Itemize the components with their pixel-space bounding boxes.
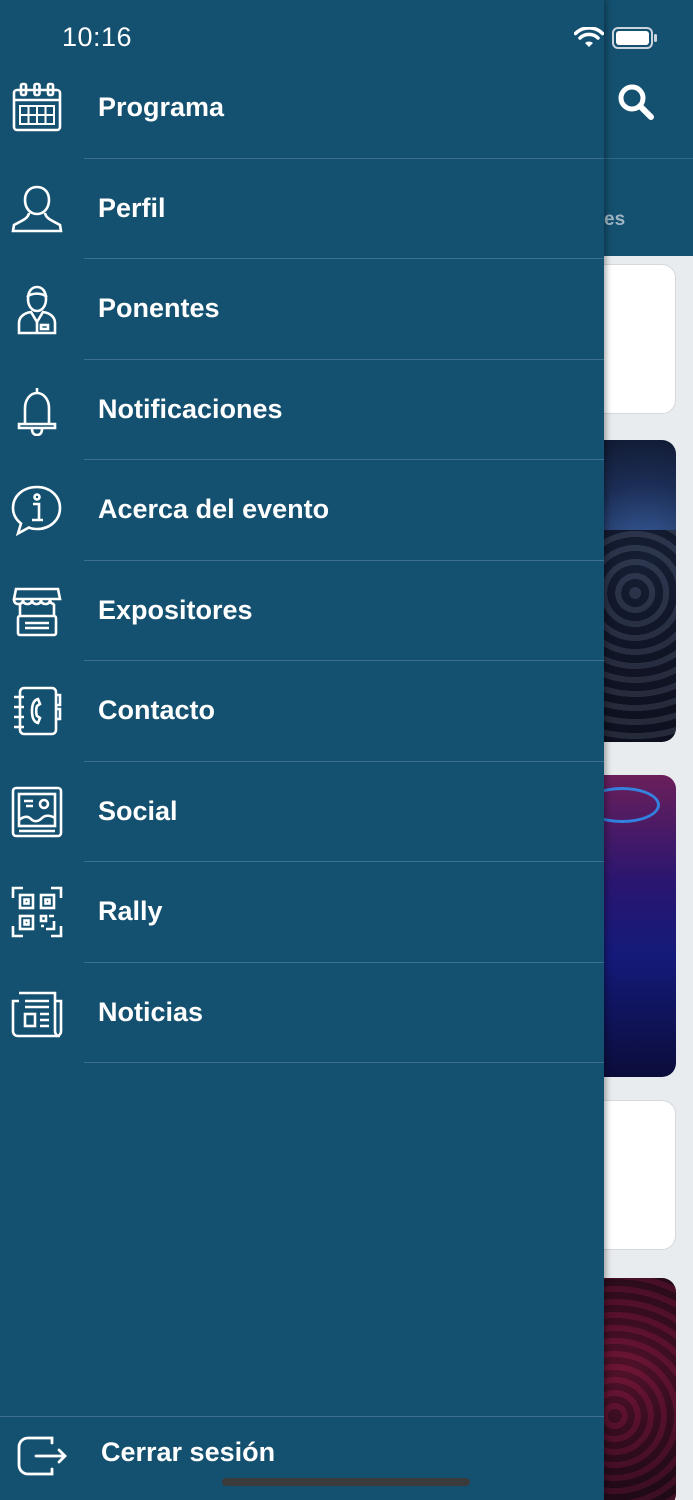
calendar-icon [11, 82, 63, 134]
menu-item-label: Ponentes [98, 293, 220, 323]
background-tab-label[interactable]: es [604, 209, 625, 231]
menu-item-label: Notificaciones [98, 393, 283, 424]
logout-icon [16, 1433, 68, 1479]
navigation-drawer: 10:16 Programa Perfil Ponentes Notificac… [0, 0, 604, 1500]
phonebook-icon [11, 685, 63, 737]
menu-item-label: Social [98, 795, 178, 826]
background-card[interactable] [604, 1100, 676, 1250]
menu-item-label: Noticias [98, 996, 204, 1027]
menu-item-label: Acerca del evento [98, 494, 330, 524]
menu-item-contacto[interactable]: Contacto [0, 661, 604, 762]
bell-icon [11, 384, 63, 436]
booth-icon [11, 585, 63, 637]
menu-item-label: Rally [98, 896, 163, 926]
menu-item-ponentes[interactable]: Ponentes [0, 259, 604, 360]
menu-item-label: Expositores [98, 594, 253, 625]
background-photo-card[interactable] [604, 775, 676, 1077]
menu-item-social[interactable]: Social [0, 762, 604, 862]
background-header [604, 0, 693, 158]
menu-item-label: Programa [98, 92, 225, 122]
background-card[interactable] [604, 264, 676, 414]
menu-item-acerca-del-evento[interactable]: Acerca del evento [0, 460, 604, 561]
background-tabs: es [604, 158, 693, 256]
battery-icon [612, 27, 657, 49]
background-app: es [604, 0, 693, 1500]
menu-item-label: Perfil [98, 192, 166, 223]
speaker-icon [11, 283, 63, 335]
background-photo-card[interactable] [604, 1278, 676, 1500]
menu-item-expositores[interactable]: Expositores [0, 561, 604, 661]
newspaper-icon [11, 987, 63, 1039]
logout-label: Cerrar sesión [101, 1437, 276, 1467]
status-time: 10:16 [62, 22, 133, 52]
qr-code-icon [11, 886, 63, 938]
menu-item-notificaciones[interactable]: Notificaciones [0, 360, 604, 460]
background-photo-card[interactable] [604, 440, 676, 742]
search-icon[interactable] [616, 82, 656, 122]
user-icon [11, 183, 63, 235]
home-indicator[interactable] [222, 1478, 470, 1486]
info-icon [11, 484, 63, 536]
menu-item-noticias[interactable]: Noticias [0, 963, 604, 1063]
menu-item-rally[interactable]: Rally [0, 862, 604, 963]
menu-item-programa[interactable]: Programa [0, 58, 604, 159]
social-icon [11, 786, 63, 838]
menu-divider [84, 1062, 604, 1063]
wifi-icon [574, 27, 604, 47]
menu-item-label: Contacto [98, 695, 215, 725]
menu-item-perfil[interactable]: Perfil [0, 159, 604, 259]
drawer-menu: Programa Perfil Ponentes Notificaciones … [0, 58, 604, 1063]
